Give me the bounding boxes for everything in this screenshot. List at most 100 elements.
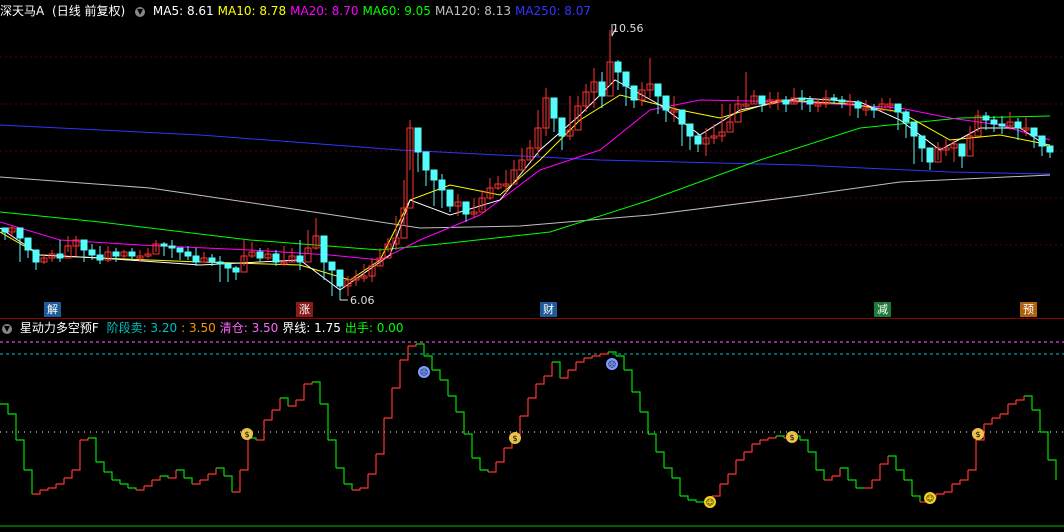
indicator-step [800,439,809,452]
indicator-step [168,470,177,479]
candle-body [910,121,918,137]
indicator-step [160,475,169,478]
candle-body [662,95,670,111]
indicator-step [432,369,441,380]
indicator-step [384,388,393,419]
candle-body [256,251,264,259]
candle-body [622,71,630,87]
indicator-step [520,398,529,417]
indicator-step [640,411,649,434]
indicator-step [624,369,633,392]
candle-body [224,263,232,269]
indicator-step [736,452,745,461]
indicator-step [64,470,73,479]
sad-face-icon-glyph: ☹ [608,360,616,369]
indicator-step [896,469,905,480]
candle-body [176,247,184,253]
candle-body [830,97,838,101]
candle-body [870,107,878,111]
ma20-line [0,99,1051,261]
indicator-step [272,398,281,411]
candle-body [430,169,438,181]
candle-body [630,85,638,101]
indicator-step [768,436,777,439]
candle-body [422,151,430,171]
candle-body [798,97,806,101]
indicator-step [16,439,25,470]
indicator-step [80,438,89,441]
money-bag-icon-glyph: $ [975,430,980,439]
indicator-step [128,487,137,490]
money-bag-icon-glyph: $ [512,434,517,443]
candle-body [296,255,304,263]
indicator-step [232,470,241,493]
indicator-step [744,444,753,453]
indicator-step [808,451,817,470]
indicator-step [224,475,233,492]
candle-body [336,269,344,287]
indicator-step [448,395,457,412]
indicator-step [728,460,737,475]
indicator-step [992,414,1001,419]
indicator-step [336,467,345,484]
indicator-step [368,454,377,475]
high-marker [611,24,617,37]
candle-body [32,249,40,263]
indicator-step [488,462,497,473]
candle-body [1046,145,1054,153]
indicator-step [664,467,673,478]
indicator-step [472,457,481,470]
candle-body [926,147,934,163]
indicator-step [864,480,873,489]
indicator-step [1008,400,1017,405]
candle-body [550,97,558,119]
money-bag-icon-glyph: $ [789,433,794,442]
indicator-step [32,490,41,495]
candle-body [272,253,280,263]
candle-body [958,143,966,157]
indicator-step [880,456,889,465]
candle-body [782,99,790,105]
candle-body [160,243,168,247]
indicator-step [904,479,913,496]
indicator-step [496,448,505,463]
indicator-step [568,362,577,371]
indicator-step [912,495,921,502]
indicator-step [968,440,977,471]
candle-body [902,111,910,123]
indicator-step [648,433,657,452]
indicator-step [216,467,225,476]
indicator-step [480,469,489,472]
sad-face-icon-glyph: ☹ [420,368,428,377]
kline-chart[interactable]: $ $ $ $ ☹ ☹ ☺ ☺ [0,0,1064,532]
indicator-step [944,484,953,493]
candle-body [128,251,136,257]
indicator-step [0,403,9,414]
indicator-step [288,400,297,407]
indicator-step [840,467,849,480]
ma10-line [0,94,1051,281]
indicator-step [104,471,113,480]
candle-body [208,257,216,263]
candle-body [982,115,990,121]
candle-body [192,255,200,263]
indicator-step [72,440,81,471]
indicator-step [352,488,361,491]
candle-body [1038,135,1046,147]
candle-body [216,261,224,265]
indicator-step [48,484,57,489]
candle-body [998,123,1006,127]
candle-body [654,83,662,97]
indicator-step [712,484,721,497]
indicator-step [256,420,265,441]
candle-body [24,237,32,251]
candle-body [320,235,328,263]
candle-body [806,99,814,105]
candle-body [96,254,104,261]
ma5-line [0,79,1051,291]
candle-body [694,135,702,145]
indicator-step [672,477,681,496]
candle-body [80,239,88,251]
candle-body [894,103,902,113]
indicator-step [760,438,769,441]
